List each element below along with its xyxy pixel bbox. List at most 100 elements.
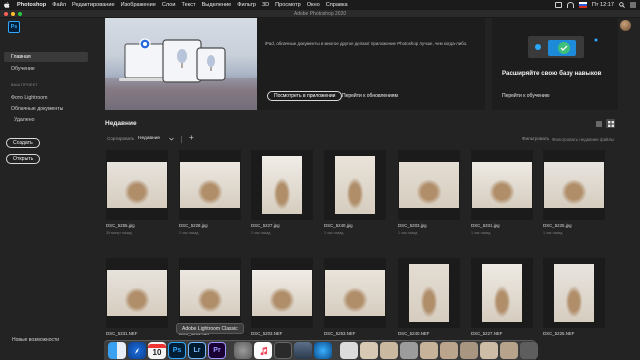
recent-file-tile[interactable]	[251, 150, 313, 220]
file-time: 1 час назад	[471, 231, 491, 235]
lightroom-dock-icon[interactable]: Lr	[188, 342, 206, 359]
recent-file-tile[interactable]	[398, 150, 460, 220]
whats-new-link[interactable]: Новые возможности	[12, 337, 59, 343]
avatar[interactable]	[620, 20, 631, 31]
recent-file-tile[interactable]	[324, 258, 386, 328]
search-icon[interactable]	[619, 2, 625, 8]
file-name: DSC_5225.NEF	[543, 331, 575, 336]
grid-view-icon	[607, 120, 614, 127]
go-to-learn-link[interactable]: Перейти к обучению	[502, 93, 550, 99]
recent-file-tile[interactable]	[106, 258, 168, 328]
sidebar-item-cloud-docs[interactable]: Облачные документы	[4, 104, 88, 114]
hero-image	[105, 18, 257, 110]
image-thumb-icon[interactable]	[500, 342, 518, 359]
file-thumbnail	[262, 156, 302, 214]
menu-filter[interactable]: Фильтр	[237, 2, 256, 8]
file-name: DSC_5225.jpg	[543, 223, 572, 228]
recent-file-tile[interactable]	[179, 258, 241, 328]
settings-icon[interactable]	[234, 342, 252, 359]
trash-icon[interactable]	[520, 342, 538, 359]
clock[interactable]: Пт 12:17	[592, 2, 614, 8]
status-area: Пт 12:17	[554, 0, 636, 10]
file-name: DSC_5331.NEF	[106, 331, 138, 336]
recent-file-tile[interactable]	[398, 258, 460, 328]
menu-window[interactable]: Окно	[307, 2, 320, 8]
image-thumb-icon[interactable]	[420, 342, 438, 359]
recent-file-tile[interactable]	[471, 258, 533, 328]
file-name: DSC_5227.jpg	[251, 223, 280, 228]
media-icon[interactable]	[274, 342, 292, 359]
menu-file[interactable]: Файл	[52, 2, 66, 8]
sidebar-item-home[interactable]: Главная	[4, 52, 88, 62]
calendar-icon[interactable]: 10	[148, 342, 166, 359]
menu-edit[interactable]: Редактирование	[72, 2, 115, 8]
file-name: DSC_5240.NEF	[398, 331, 430, 336]
sidebar-item-deleted[interactable]: Удалено	[4, 115, 88, 125]
file-time: 1 час назад	[179, 231, 199, 235]
photoshop-logo: Ps	[8, 21, 20, 33]
image-thumb-icon[interactable]	[460, 342, 478, 359]
menu-image[interactable]: Изображение	[121, 2, 156, 8]
recent-file-tile[interactable]	[251, 258, 313, 328]
dock-tooltip: Adobe Lightroom Classic	[176, 323, 244, 334]
window-titlebar: Adobe Photoshop 2020	[0, 10, 640, 18]
menu-type[interactable]: Текст	[181, 2, 195, 8]
list-view-button[interactable]	[594, 119, 603, 128]
grid-view-button[interactable]	[606, 119, 615, 128]
toolbar-divider	[181, 136, 182, 143]
file-name: DSC_5240.jpg	[324, 223, 353, 228]
document-icon[interactable]	[340, 342, 358, 359]
file-thumbnail	[399, 162, 459, 208]
filter-input[interactable]: Фильтровать недавние файлы	[552, 135, 616, 143]
hero-card: iPad, облачные документы и многое другое…	[105, 18, 485, 110]
learn-illustration	[528, 36, 598, 58]
recent-file-tile[interactable]	[324, 150, 386, 220]
app-icon[interactable]	[294, 342, 312, 359]
globe-icon[interactable]	[314, 342, 332, 359]
music-icon[interactable]	[254, 342, 272, 359]
keyboard-layout-icon[interactable]	[578, 2, 587, 8]
file-name: DSC_5331.jpg	[471, 223, 500, 228]
sidebar-item-lightroom[interactable]: Фото Lightroom	[4, 93, 88, 103]
file-time: 1 час назад	[398, 231, 418, 235]
file-time: 1 час назад	[251, 231, 271, 235]
menu-app-name[interactable]: Photoshop	[17, 2, 46, 8]
menu-view[interactable]: Просмотр	[275, 2, 301, 8]
menu-help[interactable]: Справка	[326, 2, 348, 8]
menu-3d[interactable]: 3D	[262, 2, 269, 8]
file-time: 1 час назад	[543, 231, 563, 235]
recent-file-tile[interactable]	[543, 150, 605, 220]
calendar-day: 10	[152, 348, 162, 357]
safari-icon[interactable]	[128, 342, 146, 359]
menu-list-icon[interactable]	[630, 2, 636, 8]
premiere-dock-icon[interactable]: Pr	[208, 342, 226, 359]
go-to-updates-link[interactable]: Перейти к обновлениям	[342, 93, 398, 99]
image-thumb-icon[interactable]	[400, 342, 418, 359]
wifi-icon[interactable]	[566, 2, 574, 8]
photoshop-dock-icon[interactable]: Ps	[168, 342, 186, 359]
image-thumb-icon[interactable]	[440, 342, 458, 359]
file-thumbnail	[544, 162, 604, 208]
sort-dropdown[interactable]: Недавние	[138, 136, 160, 141]
menu-select[interactable]: Выделение	[202, 2, 232, 8]
finder-icon[interactable]	[108, 342, 126, 359]
open-button[interactable]: Открыть	[6, 154, 41, 164]
apple-icon[interactable]	[4, 1, 10, 9]
recent-file-tile[interactable]	[543, 258, 605, 328]
add-button[interactable]: +	[189, 133, 194, 142]
recent-file-tile[interactable]	[471, 150, 533, 220]
recent-file-tile[interactable]	[179, 150, 241, 220]
image-thumb-icon[interactable]	[360, 342, 378, 359]
chevron-down-icon[interactable]	[169, 137, 174, 141]
image-thumb-icon[interactable]	[380, 342, 398, 359]
image-thumb-icon[interactable]	[480, 342, 498, 359]
display-icon[interactable]	[554, 2, 562, 8]
sidebar-item-learn[interactable]: Обучение	[4, 64, 88, 74]
menu-layers[interactable]: Слои	[162, 2, 176, 8]
file-thumbnail	[107, 162, 167, 208]
create-button[interactable]: Создать	[6, 138, 40, 148]
view-in-app-button[interactable]: Посмотреть в приложении	[267, 91, 343, 101]
recent-file-tile[interactable]	[106, 150, 168, 220]
file-thumbnail	[180, 162, 240, 208]
file-thumbnail	[325, 270, 385, 316]
